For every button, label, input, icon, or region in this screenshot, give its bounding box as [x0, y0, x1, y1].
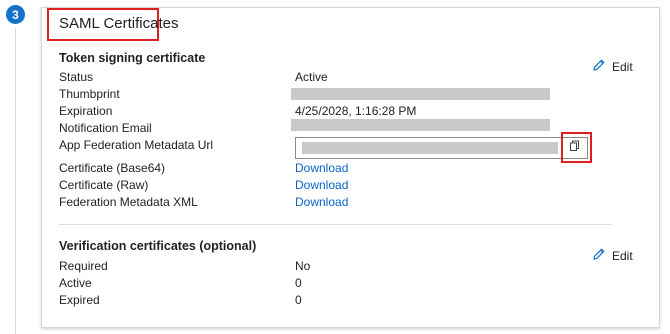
status-value: Active [295, 70, 328, 84]
thumbprint-label: Thumbprint [59, 87, 120, 101]
metadata-url-label: App Federation Metadata Url [59, 138, 214, 152]
notification-email-redacted-value [291, 119, 550, 131]
metadata-url-field[interactable] [295, 137, 588, 159]
federation-xml-label: Federation Metadata XML [59, 195, 198, 209]
federation-xml-download-link[interactable]: Download [295, 195, 348, 209]
card-title: SAML Certificates [59, 15, 179, 32]
notification-email-label: Notification Email [59, 121, 152, 135]
cert-raw-download-link[interactable]: Download [295, 178, 348, 192]
required-value: No [295, 259, 311, 273]
active-label: Active [59, 276, 92, 290]
cert-base64-download-link[interactable]: Download [295, 161, 348, 175]
status-label: Status [59, 70, 94, 84]
expired-label: Expired [59, 293, 100, 307]
section-divider [59, 224, 612, 225]
step-connector-line [15, 28, 16, 334]
step-number-badge: 3 [6, 5, 25, 24]
cert-base64-label: Certificate (Base64) [59, 161, 166, 175]
metadata-url-redacted-value [302, 142, 558, 154]
expired-value: 0 [295, 293, 302, 307]
pencil-icon [592, 58, 606, 75]
required-label: Required [59, 259, 108, 273]
token-signing-title: Token signing certificate [59, 51, 206, 65]
edit-label: Edit [612, 59, 633, 74]
active-value: 0 [295, 276, 302, 290]
verification-title: Verification certificates (optional) [59, 239, 257, 253]
expiration-label: Expiration [59, 104, 113, 118]
copy-highlight-box [561, 132, 592, 163]
verification-edit-button[interactable]: Edit [592, 247, 633, 264]
edit-label: Edit [612, 248, 633, 263]
token-signing-edit-button[interactable]: Edit [592, 58, 633, 75]
thumbprint-redacted-value [291, 88, 550, 100]
pencil-icon [592, 247, 606, 264]
cert-raw-label: Certificate (Raw) [59, 178, 149, 192]
expiration-value: 4/25/2028, 1:16:28 PM [295, 104, 417, 118]
